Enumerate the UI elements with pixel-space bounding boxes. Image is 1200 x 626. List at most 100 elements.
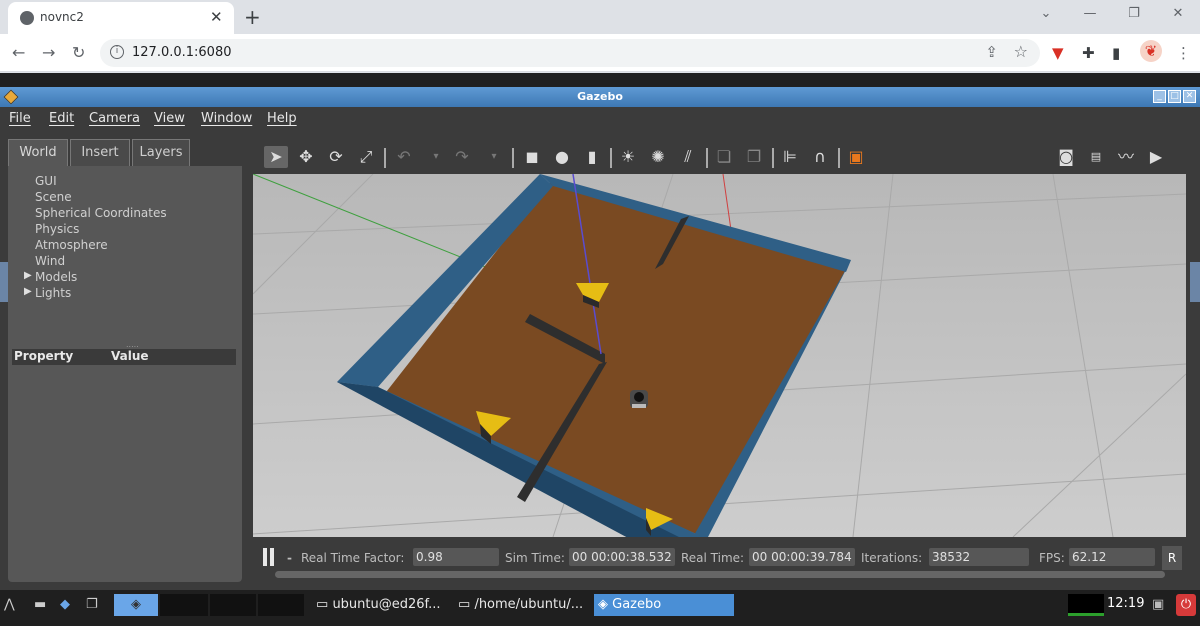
- sim-time-label: Sim Time:: [505, 551, 565, 565]
- show-desktop-icon[interactable]: ▬: [34, 594, 56, 616]
- translate-mode-icon[interactable]: ✥: [294, 146, 318, 168]
- menu-help[interactable]: Help: [267, 111, 297, 126]
- share-icon[interactable]: ⇪: [985, 43, 998, 61]
- lock-screen-icon[interactable]: ▣: [1152, 594, 1170, 616]
- cylinder-shape-icon[interactable]: ▮: [580, 146, 604, 168]
- window-switch-icon[interactable]: ❐: [86, 594, 108, 616]
- undo-dropdown-icon[interactable]: ▾: [424, 146, 448, 168]
- tab-world[interactable]: World: [8, 139, 68, 167]
- status-scrollbar[interactable]: [275, 571, 1165, 578]
- sphere-shape-icon[interactable]: ●: [550, 146, 574, 168]
- select-mode-icon[interactable]: ➤: [264, 146, 288, 168]
- minimize-icon[interactable]: —: [1068, 0, 1112, 30]
- tree-item-gui[interactable]: GUI: [35, 174, 57, 188]
- toolbar-separator: [610, 148, 612, 168]
- menu-edit[interactable]: Edit: [49, 111, 74, 126]
- step-button[interactable]: -: [287, 551, 292, 565]
- world-tree-panel: GUI Scene Spherical Coordinates Physics …: [8, 166, 242, 582]
- taskbar-item-label: Gazebo: [612, 597, 662, 612]
- power-icon[interactable]: ⏻: [1176, 594, 1196, 616]
- site-info-icon[interactable]: i: [110, 45, 124, 59]
- tab-search-icon[interactable]: ⌄: [1024, 0, 1068, 30]
- expand-arrow-icon[interactable]: ▶: [24, 286, 32, 297]
- taskbar-item-label: /home/ubuntu/...: [474, 597, 584, 612]
- menu-file[interactable]: File: [9, 111, 31, 126]
- tab-title: novnc2: [40, 10, 84, 24]
- pause-icon[interactable]: [263, 548, 277, 566]
- align-icon[interactable]: ⊫: [778, 146, 802, 168]
- sim-time-value: 00 00:00:38.532: [569, 548, 675, 566]
- undo-icon[interactable]: ↶: [392, 146, 416, 168]
- screenshot-camera-icon[interactable]: ◙: [1054, 146, 1078, 168]
- log-icon[interactable]: ▤: [1084, 146, 1108, 168]
- toolbar-separator: [838, 148, 840, 168]
- snap-icon[interactable]: ∩: [808, 146, 832, 168]
- restore-icon[interactable]: ❐: [1112, 0, 1156, 30]
- spot-light-icon[interactable]: ✺: [646, 146, 670, 168]
- paste-icon[interactable]: ❐: [742, 146, 766, 168]
- tree-item-atmosphere[interactable]: Atmosphere: [35, 238, 108, 252]
- forward-icon[interactable]: →: [42, 43, 55, 62]
- box-shape-icon[interactable]: ◼: [520, 146, 544, 168]
- tree-item-lights[interactable]: Lights: [35, 286, 71, 300]
- tab-layers[interactable]: Layers: [132, 139, 190, 167]
- tree-item-wind[interactable]: Wind: [35, 254, 65, 268]
- extensions-puzzle-icon[interactable]: ✚: [1082, 44, 1095, 62]
- taskbar-item-gazebo[interactable]: ◈ Gazebo: [594, 594, 734, 616]
- taskbar-item-terminal-2[interactable]: ▭ /home/ubuntu/...: [454, 594, 592, 616]
- menu-camera[interactable]: Camera: [89, 111, 140, 126]
- directional-light-icon[interactable]: ⫽: [676, 146, 700, 168]
- start-menu-icon[interactable]: ⋀: [4, 594, 26, 616]
- fps-label: FPS:: [1039, 551, 1065, 565]
- gz-close-icon[interactable]: ✕: [1183, 90, 1196, 103]
- browser-launcher-icon[interactable]: ◆: [60, 594, 82, 616]
- browser-tab[interactable]: novnc2 ✕: [8, 2, 234, 34]
- tab-insert[interactable]: Insert: [70, 139, 130, 167]
- taskbar-item-terminal-1[interactable]: ▭ ubuntu@ed26f...: [312, 594, 450, 616]
- tab-close-icon[interactable]: ✕: [210, 8, 223, 26]
- pager-workspace-3[interactable]: [210, 594, 256, 616]
- pager-workspace-4[interactable]: [258, 594, 304, 616]
- window-controls: ⌄ — ❐ ✕: [1024, 0, 1200, 30]
- tree-item-scene[interactable]: Scene: [35, 190, 72, 204]
- change-view-icon[interactable]: ▣: [844, 146, 868, 168]
- point-light-icon[interactable]: ☀: [616, 146, 640, 168]
- browser-menu-icon[interactable]: ⋮: [1176, 44, 1191, 62]
- back-icon[interactable]: ←: [12, 43, 25, 62]
- reset-button[interactable]: R: [1162, 546, 1182, 570]
- video-record-icon[interactable]: ▶: [1144, 146, 1168, 168]
- toolbar-separator: [706, 148, 708, 168]
- copy-icon[interactable]: ❏: [712, 146, 736, 168]
- expand-arrow-icon[interactable]: ▶: [24, 270, 32, 281]
- terminal-icon: ▭: [316, 597, 329, 612]
- tree-item-physics[interactable]: Physics: [35, 222, 79, 236]
- side-panel-icon[interactable]: ▮: [1112, 44, 1120, 62]
- tree-item-spherical-coordinates[interactable]: Spherical Coordinates: [35, 206, 167, 220]
- bookmark-star-icon[interactable]: ☆: [1014, 42, 1028, 61]
- address-bar[interactable]: i 127.0.0.1:6080 ⇪ ☆: [100, 39, 1040, 67]
- close-window-icon[interactable]: ✕: [1156, 0, 1200, 30]
- tree-item-models[interactable]: Models: [35, 270, 77, 284]
- pager-workspace-1[interactable]: ◈: [114, 594, 158, 616]
- splitter-handle[interactable]: .....: [126, 340, 139, 349]
- rotate-mode-icon[interactable]: ⟳: [324, 146, 348, 168]
- plot-icon[interactable]: 〰: [1114, 146, 1138, 168]
- redo-icon[interactable]: ↷: [450, 146, 474, 168]
- scale-mode-icon[interactable]: ⤢: [354, 146, 378, 168]
- vnc-frame-border: [0, 73, 1200, 87]
- profile-avatar-icon[interactable]: ❦: [1140, 40, 1162, 62]
- scene-viewport[interactable]: [253, 174, 1186, 537]
- globe-icon: [20, 11, 34, 25]
- gz-maximize-icon[interactable]: □: [1168, 90, 1181, 103]
- toolbar-separator: [384, 148, 386, 168]
- redo-dropdown-icon[interactable]: ▾: [482, 146, 506, 168]
- pager-workspace-2[interactable]: [160, 594, 208, 616]
- reload-icon[interactable]: ↻: [72, 43, 85, 62]
- new-tab-icon[interactable]: +: [244, 5, 261, 29]
- scene-render: [253, 174, 1186, 537]
- menu-window[interactable]: Window: [201, 111, 252, 126]
- menu-view[interactable]: View: [154, 111, 185, 126]
- gz-minimize-icon[interactable]: _: [1153, 90, 1166, 103]
- right-panel-handle[interactable]: [1190, 262, 1200, 302]
- extension-shield-icon[interactable]: ▼: [1052, 44, 1064, 62]
